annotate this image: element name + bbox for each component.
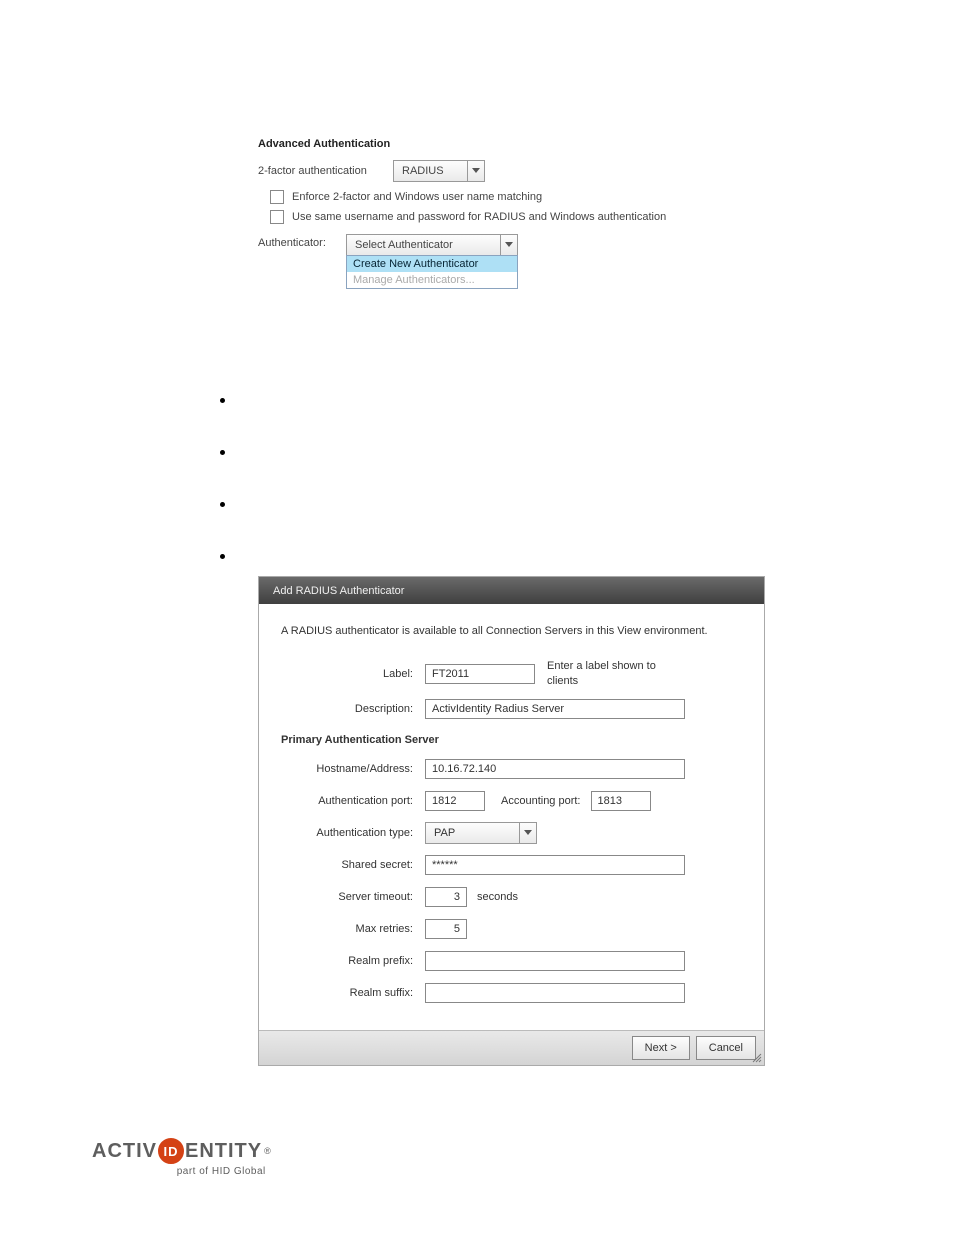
prefix-label: Realm prefix: (281, 955, 425, 967)
secret-label: Shared secret: (281, 859, 425, 871)
two-factor-value: RADIUS (394, 165, 467, 177)
activ-identity-logo: ACTIV ID ENTITY ® part of HID Global (92, 1138, 272, 1177)
chevron-down-icon (500, 235, 517, 255)
label-hint: Enter a label shown to clients (547, 659, 677, 688)
authtype-combo[interactable]: PAP (425, 822, 537, 844)
acctport-input[interactable]: 1813 (591, 791, 651, 811)
retries-label: Max retries: (281, 923, 425, 935)
authenticator-label: Authenticator: (258, 234, 346, 289)
advanced-authentication-panel: Advanced Authentication 2-factor authent… (258, 138, 666, 289)
suffix-input[interactable] (425, 983, 685, 1003)
retries-input[interactable]: 5 (425, 919, 467, 939)
dialog-title: Add RADIUS Authenticator (259, 577, 764, 604)
authtype-value: PAP (426, 827, 519, 839)
add-radius-authenticator-dialog: Add RADIUS Authenticator A RADIUS authen… (258, 576, 765, 1066)
adv-auth-heading: Advanced Authentication (258, 138, 666, 150)
same-creds-label: Use same username and password for RADIU… (292, 211, 666, 223)
enforce-checkbox[interactable] (270, 190, 284, 204)
timeout-input[interactable]: 3 (425, 887, 467, 907)
two-factor-combo[interactable]: RADIUS (393, 160, 485, 182)
chevron-down-icon (467, 161, 484, 181)
description-input[interactable]: ActivIdentity Radius Server (425, 699, 685, 719)
same-creds-checkbox[interactable] (270, 210, 284, 224)
dialog-intro-text: A RADIUS authenticator is available to a… (281, 624, 742, 639)
enforce-label: Enforce 2-factor and Windows user name m… (292, 191, 542, 203)
authtype-label: Authentication type: (281, 827, 425, 839)
authenticator-value: Select Authenticator (347, 239, 500, 251)
menu-manage-authenticators: Manage Authenticators... (347, 272, 517, 288)
primary-auth-section-title: Primary Authentication Server (281, 734, 742, 746)
description-label: Description: (341, 703, 425, 715)
authport-label: Authentication port: (281, 795, 425, 807)
two-factor-label: 2-factor authentication (258, 165, 393, 177)
bullet-list (220, 398, 225, 606)
label-input[interactable]: FT2011 (425, 664, 535, 684)
hostname-label: Hostname/Address: (281, 763, 425, 775)
acctport-label: Accounting port: (501, 795, 581, 807)
label-label: Label: (341, 668, 425, 680)
cancel-button[interactable]: Cancel (696, 1036, 756, 1060)
resize-handle-icon[interactable] (752, 1053, 762, 1063)
timeout-label: Server timeout: (281, 891, 425, 903)
logo-text-left: ACTIV (92, 1140, 157, 1163)
hostname-input[interactable]: 10.16.72.140 (425, 759, 685, 779)
timeout-unit: seconds (477, 891, 518, 903)
chevron-down-icon (519, 823, 536, 843)
authenticator-combo[interactable]: Select Authenticator (346, 234, 518, 256)
authport-input[interactable]: 1812 (425, 791, 485, 811)
menu-create-new-authenticator[interactable]: Create New Authenticator (347, 256, 517, 272)
secret-input[interactable]: ****** (425, 855, 685, 875)
logo-subtitle: part of HID Global (177, 1166, 272, 1177)
logo-text-right: ENTITY (185, 1140, 262, 1163)
next-button[interactable]: Next > (632, 1036, 690, 1060)
logo-ring-icon: ID (158, 1138, 184, 1164)
suffix-label: Realm suffix: (281, 987, 425, 999)
registered-mark: ® (264, 1146, 272, 1156)
prefix-input[interactable] (425, 951, 685, 971)
